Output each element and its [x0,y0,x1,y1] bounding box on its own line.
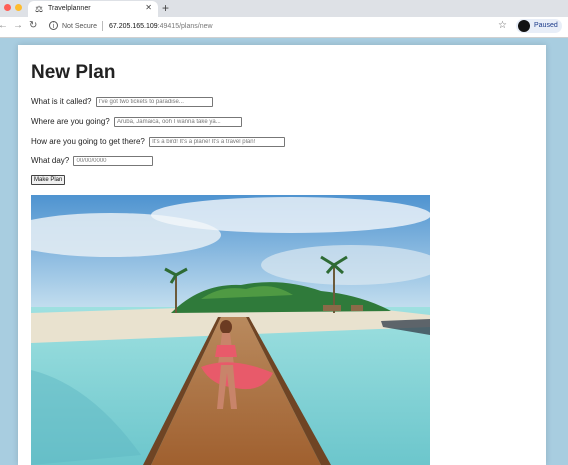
star-icon[interactable]: ☆ [498,20,507,32]
tab-title: Travelplanner [48,5,91,12]
browser-tab[interactable]: ⚖ Travelplanner ✕ [28,1,158,17]
reload-icon[interactable]: ↻ [29,20,37,32]
forward-arrow-icon[interactable]: → [13,20,23,32]
tab-close-icon[interactable]: ✕ [145,3,152,13]
new-tab-icon[interactable]: + [162,1,169,15]
browser-tab-strip: ⚖ Travelplanner ✕ + [0,0,568,17]
travelplanner-favicon-icon: ⚖ [35,4,44,14]
avatar [518,20,530,32]
destination-input[interactable] [113,116,242,127]
date-input[interactable] [73,155,154,166]
hero-photo [31,195,430,465]
name-input[interactable] [95,96,213,107]
security-label: Not Secure [62,23,98,30]
transport-input[interactable] [149,136,286,147]
back-arrow-icon[interactable]: ← [0,20,8,32]
page-title: New Plan [31,62,116,83]
info-icon[interactable]: i [49,21,58,30]
field-row-destination: Where are you going? [31,116,242,127]
url-host: 67.205.165.109 [109,23,158,30]
date-label: What day? [31,156,70,165]
make-plan-button[interactable]: Make Plan [31,175,66,185]
window-minimize-dot[interactable] [15,4,22,11]
profile-status: Paused [534,22,558,29]
destination-label: Where are you going? [31,117,110,126]
field-row-date: What day? [31,155,154,166]
page-content: New Plan What is it called? Where are yo… [18,45,546,465]
field-row-name: What is it called? [31,96,213,107]
transport-label: How are you going to get there? [31,137,145,146]
browser-toolbar: ← → ↻ i Not Secure 67.205.165.109:49415/… [0,17,568,38]
profile-button[interactable]: Paused [516,19,562,33]
field-row-transport: How are you going to get there? [31,136,286,147]
address-bar[interactable]: 67.205.165.109:49415/plans/new [109,22,213,31]
url-path: :49415/plans/new [157,23,213,30]
window-close-dot[interactable] [4,4,11,11]
address-divider [102,21,103,31]
name-label: What is it called? [31,97,92,106]
